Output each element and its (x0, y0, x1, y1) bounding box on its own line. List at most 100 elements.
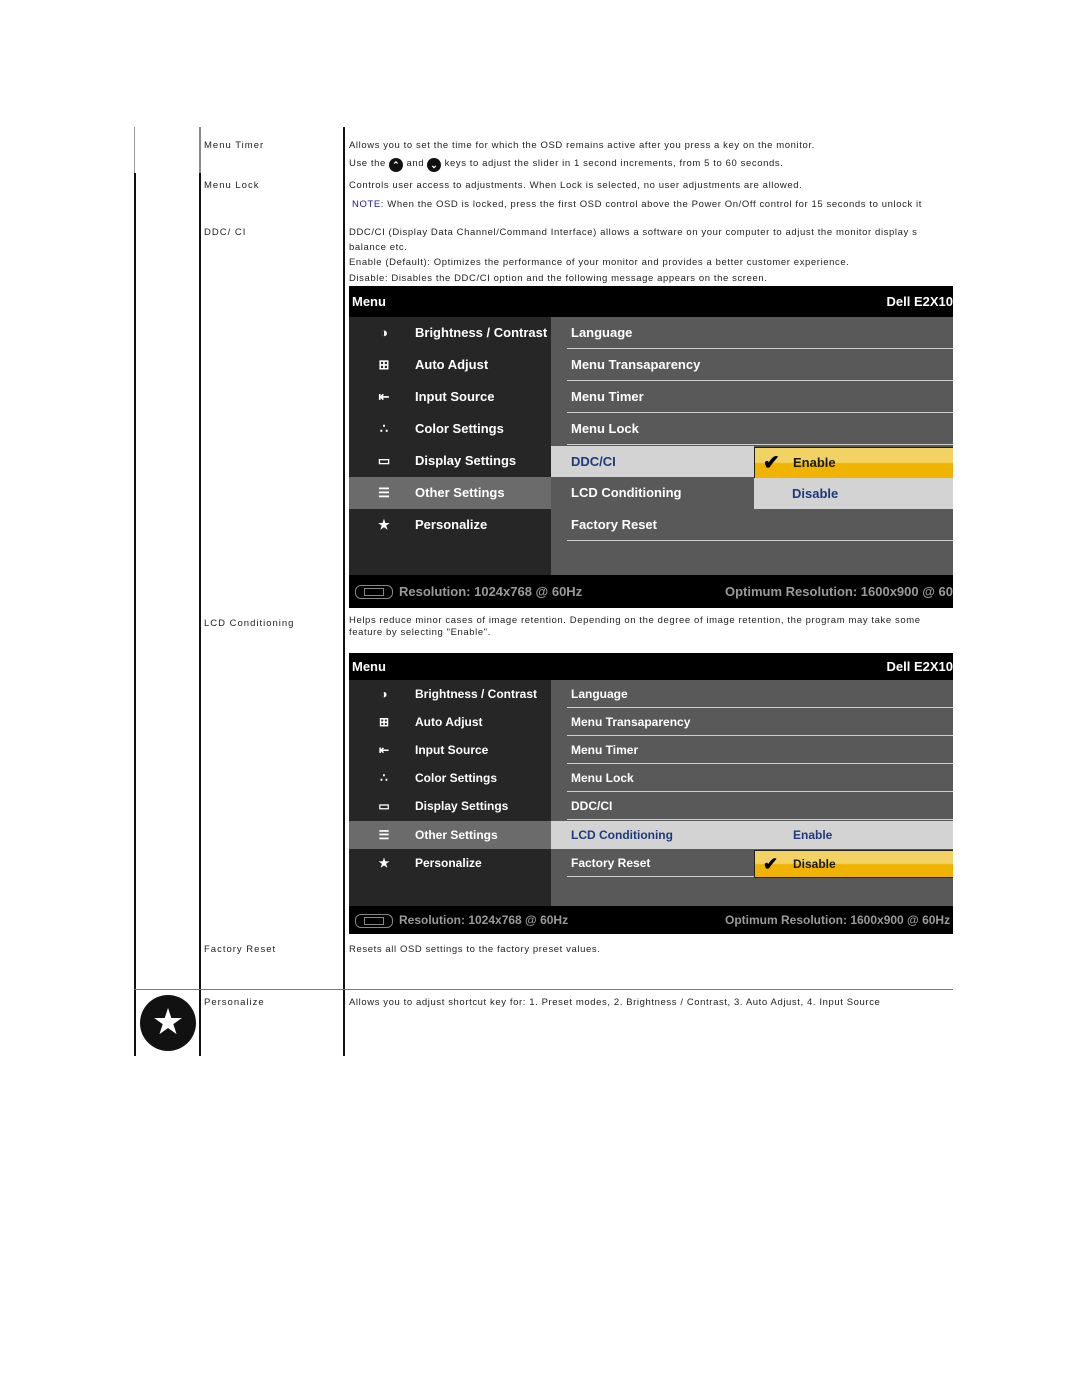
osd-sub-lcd-conditioning: LCD Conditioning (551, 477, 754, 509)
factory-reset-desc: Resets all OSD settings to the factory p… (349, 944, 601, 955)
osd-model: Dell E2X10 (886, 294, 954, 309)
sub-label: Menu Transaparency (571, 715, 691, 729)
table-border-col1-top (199, 127, 201, 173)
osd-item-brightness-contrast: ◑ Brightness / Contrast (349, 680, 551, 708)
osd-title: Menu (352, 659, 386, 674)
item-label: Brightness / Contrast (415, 325, 548, 340)
osd-item-auto-adjust: ⊞ Auto Adjust (349, 349, 551, 381)
item-label: Input Source (415, 389, 495, 404)
item-label: Brightness / Contrast (415, 687, 538, 701)
osd-sub-menu-timer: Menu Timer (551, 736, 953, 764)
osd-item-other-settings: ☰ Other Settings (349, 821, 551, 849)
sub-label: DDC/CI (571, 799, 613, 813)
osd-option-disable: ✔ Disable (754, 850, 953, 878)
option-label: Disable (792, 486, 839, 501)
input-source-icon: ⇤ (378, 743, 390, 757)
osd-footer: Resolution: 1024x768 @ 60Hz Optimum Reso… (349, 906, 953, 934)
option-label: Disable (793, 857, 836, 871)
text: and (406, 158, 425, 169)
osd-sub-language: Language (551, 680, 953, 708)
item-label: Color Settings (415, 771, 498, 785)
other-settings-icon: ☰ (378, 828, 390, 842)
sub-label: DDC/CI (571, 454, 616, 469)
sub-label: Menu Lock (571, 771, 634, 785)
osd-sub-menu-transparency: Menu Transaparency (551, 708, 953, 736)
item-label: Personalize (415, 517, 488, 532)
checkmark-icon: ✔ (763, 452, 780, 474)
brightness-icon: ◑ (380, 687, 388, 701)
note-label: NOTE: (352, 199, 385, 210)
table-border-col2 (343, 127, 345, 1056)
input-source-icon: ⇤ (378, 389, 390, 404)
text: keys to adjust the slider in 1 second in… (444, 158, 784, 169)
row-label-lcd-conditioning: LCD Conditioning (204, 618, 295, 629)
other-settings-icon: ☰ (378, 485, 390, 500)
divider (567, 819, 953, 820)
ddc-ci-desc-2: balance etc. (349, 242, 408, 253)
osd-option-enable: Enable (793, 828, 833, 842)
sub-label: Factory Reset (571, 856, 651, 870)
vga-connector-icon (355, 585, 393, 599)
optimum-resolution-text: Optimum Resolution: 1600x900 @ 60Hz (725, 913, 951, 927)
osd-sub-menu-timer: Menu Timer (551, 381, 953, 413)
item-label: Display Settings (415, 453, 517, 468)
osd-item-input-source: ⇤ Input Source (349, 736, 551, 764)
item-label: Personalize (415, 856, 482, 870)
osd-item-color-settings: ∴ Color Settings (349, 764, 551, 792)
osd-sub-menu-lock: Menu Lock (551, 413, 953, 445)
osd-header: Menu Dell E2X10 (349, 286, 953, 317)
item-label: Other Settings (415, 485, 505, 500)
item-label: Input Source (415, 743, 489, 757)
personalize-star-circle-icon: ★ (140, 995, 196, 1051)
sub-label: Menu Lock (571, 421, 639, 436)
sub-label: LCD Conditioning (571, 485, 682, 500)
auto-adjust-icon: ⊞ (378, 715, 390, 729)
text: Use the (349, 158, 386, 169)
table-border-col1 (199, 173, 201, 1056)
osd-sub-menu-transparency: Menu Transaparency (551, 349, 953, 381)
color-settings-icon: ∴ (380, 771, 388, 785)
page: Menu Timer Allows you to set the time fo… (0, 0, 953, 1397)
osd-sub-lcd-conditioning: LCD Conditioning Enable (551, 821, 953, 849)
divider (567, 540, 953, 541)
color-settings-icon: ∴ (379, 421, 389, 436)
osd-option-enable: ✔ Enable (754, 447, 953, 479)
osd-sub-ddc-ci: DDC/CI (551, 792, 953, 820)
osd-item-display-settings: ▭ Display Settings (349, 445, 551, 477)
osd-item-brightness-contrast: ◑ Brightness / Contrast (349, 317, 551, 349)
osd-option-disable: Disable (754, 478, 953, 509)
ddc-ci-desc: DDC/CI (Display Data Channel/Command Int… (349, 227, 918, 238)
divider (567, 444, 953, 445)
item-label: Auto Adjust (415, 357, 489, 372)
table-border-left-top (134, 127, 135, 173)
osd-item-input-source: ⇤ Input Source (349, 381, 551, 413)
row-label-menu-timer: Menu Timer (204, 140, 265, 151)
sub-label: Factory Reset (571, 517, 657, 532)
display-settings-icon: ▭ (377, 453, 391, 468)
sub-label: Language (571, 687, 628, 701)
item-label: Display Settings (415, 799, 509, 813)
checkmark-icon: ✔ (763, 854, 779, 874)
osd-sub-menu-lock: Menu Lock (551, 764, 953, 792)
resolution-text: Resolution: 1024x768 @ 60Hz (399, 584, 583, 599)
osd-item-auto-adjust: ⊞ Auto Adjust (349, 708, 551, 736)
star-icon: ★ (378, 517, 390, 532)
menu-lock-desc: Controls user access to adjustments. Whe… (349, 180, 803, 191)
note-text: When the OSD is locked, press the first … (384, 199, 922, 210)
osd-model: Dell E2X10 (886, 659, 954, 674)
personalize-desc: Allows you to adjust shortcut key for: 1… (349, 997, 881, 1008)
star-icon: ★ (378, 856, 390, 870)
sub-label: Menu Timer (571, 389, 644, 404)
resolution-text: Resolution: 1024x768 @ 60Hz (399, 913, 569, 927)
vga-connector-icon (355, 914, 393, 928)
sub-label: Menu Timer (571, 743, 639, 757)
osd-item-other-settings: ☰ Other Settings (349, 477, 551, 509)
ddc-ci-disable-desc: Disable: Disables the DDC/CI option and … (349, 273, 768, 284)
table-row-divider (134, 989, 953, 990)
osd-item-display-settings: ▭ Display Settings (349, 792, 551, 820)
up-key-icon: ⌃ (389, 158, 404, 172)
brightness-icon: ◑ (380, 325, 388, 340)
item-label: Other Settings (415, 828, 498, 842)
menu-timer-keys-desc: Use the ⌃ and ⌄ keys to adjust the slide… (349, 158, 783, 172)
row-label-factory-reset: Factory Reset (204, 944, 277, 955)
